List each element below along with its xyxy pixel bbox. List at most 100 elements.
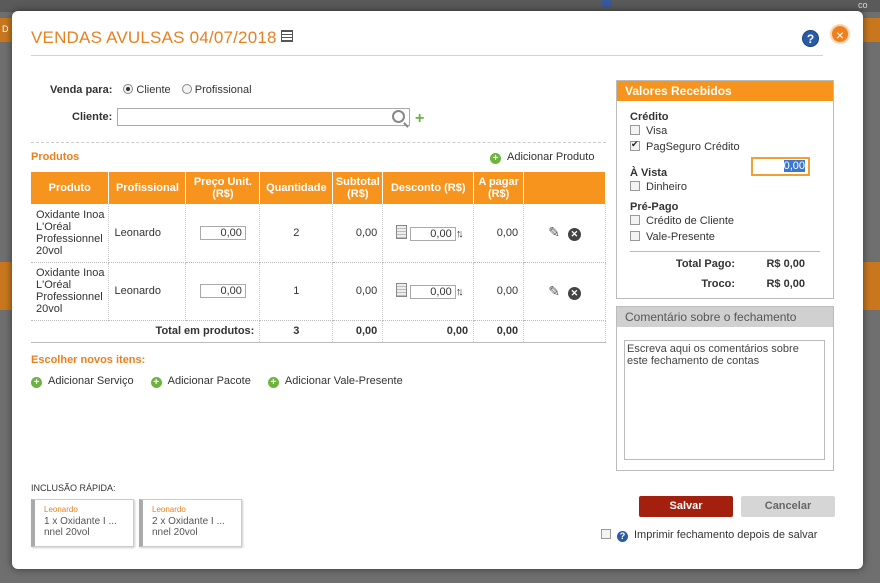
remove-icon[interactable]: ✕ [567, 228, 581, 242]
vale-presente-label[interactable]: Vale-Presente [646, 231, 715, 243]
question-icon[interactable]: ? [617, 531, 628, 542]
troco-value: R$ 0,00 [766, 278, 805, 290]
novos-itens-links: + Adicionar Serviço + Adicionar Pacote + Ad… [31, 375, 417, 388]
troco-label: Troco: [701, 278, 735, 290]
pagseguro-label[interactable]: PagSeguro Crédito [646, 141, 740, 153]
troco-row: Troco: R$ 0,00 [630, 272, 820, 292]
close-icon[interactable]: × [830, 24, 850, 44]
dinheiro-option[interactable]: Dinheiro [630, 181, 820, 195]
produtos-section-title: Produtos [31, 151, 80, 163]
visa-option[interactable]: Visa [630, 125, 820, 139]
credito-cliente-checkbox[interactable] [630, 215, 640, 225]
radio-profissional-label[interactable]: Profissional [195, 84, 252, 96]
imprimir-label[interactable]: Imprimir fechamento depois de salvar [634, 529, 817, 541]
help-icon[interactable]: ? [802, 30, 819, 47]
credito-cliente-label[interactable]: Crédito de Cliente [646, 215, 734, 227]
valores-recebidos-panel: Valores Recebidos Crédito Visa PagSeguro… [616, 80, 834, 299]
visa-checkbox[interactable] [630, 125, 640, 135]
total-desconto: 0,00 [382, 320, 475, 343]
modal-title-text: VENDAS AVULSAS 04/07/2018 [31, 28, 277, 47]
cell-quantidade: 1 [259, 262, 334, 321]
add-circle-icon: + [490, 153, 501, 164]
comentario-title: Comentário sobre o fechamento [617, 307, 833, 327]
preco-input[interactable]: 0,00 [199, 284, 246, 298]
cell-produto: Oxidante Inoa L'Oréal Professionnel 20vo… [31, 262, 110, 321]
total-pago-label: Total Pago: [675, 258, 735, 270]
cell-produto: Oxidante Inoa L'Oréal Professionnel 20vo… [31, 204, 110, 263]
inclusao-rapida-title: INCLUSÃO RÁPIDA: [31, 483, 116, 493]
add-circle-icon: + [267, 377, 279, 388]
sort-arrows-icon[interactable]: ↑↓ [456, 286, 464, 298]
pagseguro-option[interactable]: PagSeguro Crédito [630, 139, 820, 155]
escolher-novos-itens-title: Escolher novos itens: [31, 354, 146, 366]
radio-cliente[interactable] [123, 84, 134, 94]
calculator-icon[interactable] [395, 224, 407, 239]
remove-icon[interactable]: ✕ [567, 286, 581, 300]
dinheiro-label[interactable]: Dinheiro [646, 181, 687, 193]
adicionar-servico-link[interactable]: + Adicionar Serviço [31, 375, 134, 388]
valores-recebidos-title: Valores Recebidos [617, 81, 833, 101]
cell-preco: 0,00 [185, 262, 261, 321]
visa-label[interactable]: Visa [646, 125, 667, 137]
total-empty [523, 320, 606, 343]
calculator-icon[interactable] [395, 283, 407, 297]
search-icon[interactable] [392, 110, 405, 123]
total-subtotal: 0,00 [332, 320, 384, 343]
cliente-search-input[interactable] [117, 108, 410, 126]
credito-label: Crédito [630, 111, 669, 123]
cell-quantidade: 2 [259, 204, 334, 263]
card-item-line1: 1 x Oxidante I ... [44, 516, 117, 527]
add-circle-icon: + [31, 377, 42, 388]
adicionar-pacote-label[interactable]: Adicionar Pacote [168, 375, 251, 387]
save-button[interactable]: Salvar [639, 496, 733, 517]
quick-add-card[interactable]: Leonardo 2 x Oxidante I ... nnel 20vol [139, 499, 242, 547]
adicionar-vale-link[interactable]: + Adicionar Vale-Presente [267, 375, 403, 388]
cell-desconto: 0,00 ↑↓ [382, 262, 475, 321]
card-professional: Leonardo [44, 505, 78, 514]
dinheiro-checkbox[interactable] [630, 181, 640, 191]
imprimir-option[interactable]: ? Imprimir fechamento depois de salvar [601, 529, 817, 542]
card-item-line2: nnel 20vol [152, 527, 198, 538]
venda-para-row: Venda para: Cliente Profissional [50, 84, 252, 96]
modal-title: VENDAS AVULSAS 04/07/2018 [31, 28, 293, 48]
desconto-input[interactable]: 0,00 [409, 285, 456, 299]
adicionar-produto-label[interactable]: Adicionar Produto [507, 151, 594, 163]
comentario-textarea[interactable]: Escreva aqui os comentários sobre este f… [624, 340, 825, 460]
total-pago-value: R$ 0,00 [766, 258, 805, 270]
radio-profissional[interactable] [181, 84, 192, 94]
edit-pencil-icon[interactable]: ✎ [548, 283, 560, 300]
quick-add-card[interactable]: Leonardo 1 x Oxidante I ... nnel 20vol [31, 499, 134, 547]
vale-presente-checkbox[interactable] [630, 231, 640, 241]
vendas-avulsas-modal: VENDAS AVULSAS 04/07/2018 ? × Venda para… [12, 11, 863, 569]
radio-cliente-label[interactable]: Cliente [136, 84, 170, 96]
imprimir-checkbox[interactable] [601, 529, 611, 539]
facebook-icon [602, 0, 612, 8]
add-cliente-plus-icon[interactable]: + [415, 111, 424, 127]
cell-actions: ✎ ✕ [523, 262, 606, 321]
card-item-line2: nnel 20vol [44, 527, 90, 538]
cell-profissional: Leonardo [108, 262, 187, 321]
title-divider [31, 55, 823, 56]
cell-desconto: 0,00 ↑↓ [382, 204, 475, 263]
edit-pencil-icon[interactable]: ✎ [548, 224, 560, 241]
adicionar-servico-label[interactable]: Adicionar Serviço [48, 375, 134, 387]
adicionar-pacote-link[interactable]: + Adicionar Pacote [150, 375, 251, 388]
desconto-input[interactable]: 0,00 [409, 226, 456, 241]
adicionar-vale-label[interactable]: Adicionar Vale-Presente [285, 375, 403, 387]
cancel-button[interactable]: Cancelar [741, 496, 835, 517]
total-quantidade: 3 [259, 320, 334, 343]
cell-preco: 0,00 [185, 204, 261, 263]
total-pago-row: Total Pago: R$ 0,00 [630, 252, 820, 272]
col-subtotal: Subtotal (R$) [332, 172, 384, 204]
col-quantidade: Quantidade [259, 172, 334, 204]
preco-input[interactable]: 0,00 [199, 225, 246, 240]
adicionar-produto-link[interactable]: + Adicionar Produto [490, 151, 594, 164]
calendar-icon[interactable] [280, 30, 293, 42]
vale-presente-option[interactable]: Vale-Presente [630, 231, 820, 245]
pagseguro-checkbox[interactable] [630, 139, 640, 151]
credito-cliente-option[interactable]: Crédito de Cliente [630, 215, 820, 229]
pagseguro-value[interactable]: 0,00 [783, 160, 805, 172]
pagseguro-value-input[interactable]: 0,00 [751, 157, 810, 176]
cell-subtotal: 0,00 [332, 262, 384, 321]
sort-arrows-icon[interactable]: ↑↓ [456, 228, 464, 240]
